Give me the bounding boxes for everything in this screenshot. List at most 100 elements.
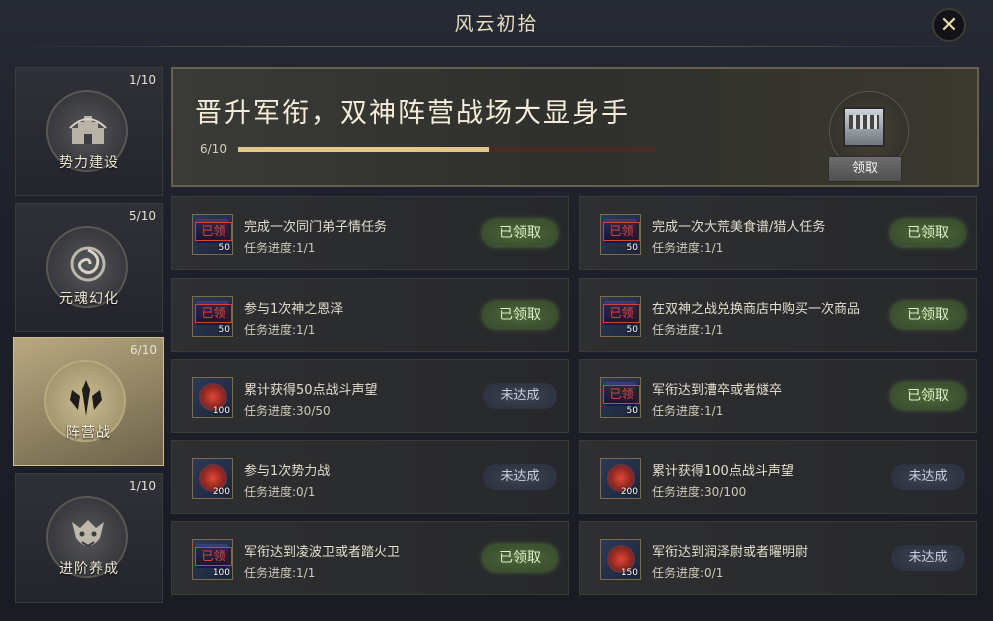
task-progress-value: 1/1 bbox=[296, 566, 316, 580]
objective-banner: 晋升军衔，双神阵营战场大显身手 6/10 领取 bbox=[171, 67, 979, 187]
task-progress-value: 30/100 bbox=[704, 485, 747, 499]
claimed-stamp: 已领 bbox=[195, 222, 232, 241]
task-progress: 任务进度:1/1 bbox=[244, 564, 315, 581]
task-card: 已领 50 完成一次大荒美食谱/猎人任务 任务进度:1/1 已领取 bbox=[579, 196, 977, 270]
reward-amount: 200 bbox=[212, 487, 230, 497]
reward-amount: 150 bbox=[620, 568, 638, 578]
rank-badge-icon: 已领 50 bbox=[192, 296, 233, 337]
rank-badge-icon: 已领 50 bbox=[600, 296, 641, 337]
banner-progress-bar bbox=[238, 147, 656, 152]
claimed-button[interactable]: 已领取 bbox=[483, 220, 557, 246]
sidebar-item-label: 进阶养成 bbox=[59, 561, 119, 577]
task-progress-label: 任务进度: bbox=[244, 323, 297, 337]
task-progress: 任务进度:30/100 bbox=[652, 483, 746, 500]
title-divider bbox=[0, 46, 993, 47]
task-progress-label: 任务进度: bbox=[244, 241, 297, 255]
claim-reward-button[interactable]: 领取 bbox=[828, 156, 902, 182]
task-name: 军衔达到凌波卫或者踏火卫 bbox=[244, 545, 401, 560]
task-progress-value: 1/1 bbox=[704, 323, 724, 337]
banner-title: 晋升军衔，双神阵营战场大显身手 bbox=[195, 98, 630, 129]
sidebar-item-count: 6/10 bbox=[130, 343, 157, 357]
banner-progress-fill bbox=[238, 147, 489, 152]
reputation-orb-icon: 200 bbox=[600, 458, 641, 499]
task-card: 已领 50 在双神之战兑换商店中购买一次商品 任务进度:1/1 已领取 bbox=[579, 278, 977, 352]
task-progress: 任务进度:1/1 bbox=[652, 321, 723, 338]
task-name: 参与1次神之恩泽 bbox=[244, 302, 344, 317]
task-progress: 任务进度:1/1 bbox=[652, 402, 723, 419]
task-progress-label: 任务进度: bbox=[244, 566, 297, 580]
task-progress-label: 任务进度: bbox=[652, 485, 705, 499]
sidebar-item-count: 1/10 bbox=[129, 73, 156, 87]
close-icon[interactable]: ✕ bbox=[940, 13, 958, 38]
sidebar-item-count: 1/10 bbox=[129, 479, 156, 493]
task-progress-value: 0/1 bbox=[296, 485, 316, 499]
claimed-button[interactable]: 已领取 bbox=[891, 220, 965, 246]
task-name: 军衔达到润泽尉或者曜明尉 bbox=[652, 545, 809, 560]
close-button[interactable]: ✕ bbox=[932, 8, 966, 42]
task-progress-value: 1/1 bbox=[704, 404, 724, 418]
task-name: 完成一次同门弟子情任务 bbox=[244, 220, 388, 235]
task-progress-label: 任务进度: bbox=[652, 323, 705, 337]
reward-amount: 50 bbox=[626, 243, 638, 253]
reputation-orb-icon: 100 bbox=[192, 377, 233, 418]
reward-amount: 100 bbox=[212, 568, 230, 578]
task-progress-label: 任务进度: bbox=[652, 404, 705, 418]
reward-amount: 200 bbox=[620, 487, 638, 497]
claimed-button[interactable]: 已领取 bbox=[891, 302, 965, 328]
task-progress-value: 1/1 bbox=[704, 241, 724, 255]
task-card: 已领 100 军衔达到凌波卫或者踏火卫 任务进度:1/1 已领取 bbox=[171, 521, 569, 595]
claimed-stamp: 已领 bbox=[195, 547, 232, 566]
sidebar-item-faction-building[interactable]: 1/10 势力建设 bbox=[15, 67, 163, 196]
task-progress: 任务进度:1/1 bbox=[244, 321, 315, 338]
task-card: 200 累计获得100点战斗声望 任务进度:30/100 未达成 bbox=[579, 440, 977, 514]
claimed-stamp: 已领 bbox=[603, 304, 640, 323]
task-name: 完成一次大荒美食谱/猎人任务 bbox=[652, 220, 826, 235]
sidebar-item-label: 元魂幻化 bbox=[59, 291, 119, 307]
task-progress-label: 任务进度: bbox=[652, 566, 705, 580]
rank-badge-icon: 已领 100 bbox=[192, 539, 233, 580]
task-progress-value: 1/1 bbox=[296, 323, 316, 337]
reputation-orb-icon: 150 bbox=[600, 539, 641, 580]
claimed-stamp: 已领 bbox=[195, 304, 232, 323]
sidebar-item-label: 阵营战 bbox=[66, 425, 111, 441]
task-progress-value: 0/1 bbox=[704, 566, 724, 580]
task-progress-label: 任务进度: bbox=[652, 241, 705, 255]
treasure-chest-icon[interactable] bbox=[843, 107, 885, 147]
task-progress: 任务进度:1/1 bbox=[244, 239, 315, 256]
not-achieved-button[interactable]: 未达成 bbox=[483, 383, 557, 409]
not-achieved-button[interactable]: 未达成 bbox=[483, 464, 557, 490]
not-achieved-button[interactable]: 未达成 bbox=[891, 464, 965, 490]
task-progress-value: 30/50 bbox=[296, 404, 331, 418]
reward-amount: 50 bbox=[626, 325, 638, 335]
title-bar: 风云初拾 bbox=[0, 0, 993, 48]
reward-amount: 50 bbox=[218, 325, 230, 335]
task-name: 参与1次势力战 bbox=[244, 464, 331, 479]
task-progress-label: 任务进度: bbox=[244, 404, 297, 418]
task-name: 累计获得50点战斗声望 bbox=[244, 383, 378, 398]
reputation-orb-icon: 200 bbox=[192, 458, 233, 499]
game-window: 风云初拾 ✕ 1/10 势力建设 5/10 元魂幻化 6/10 阵营战 1/10… bbox=[0, 0, 993, 621]
claimed-button[interactable]: 已领取 bbox=[891, 383, 965, 409]
sidebar-item-camp-battle[interactable]: 6/10 阵营战 bbox=[13, 337, 164, 466]
not-achieved-button[interactable]: 未达成 bbox=[891, 545, 965, 571]
sidebar-item-count: 5/10 bbox=[129, 209, 156, 223]
task-progress: 任务进度:1/1 bbox=[652, 239, 723, 256]
reward-amount: 50 bbox=[626, 406, 638, 416]
task-progress-label: 任务进度: bbox=[244, 485, 297, 499]
task-progress: 任务进度:30/50 bbox=[244, 402, 331, 419]
task-progress: 任务进度:0/1 bbox=[244, 483, 315, 500]
task-card: 200 参与1次势力战 任务进度:0/1 未达成 bbox=[171, 440, 569, 514]
reward-amount: 50 bbox=[218, 243, 230, 253]
task-card: 已领 50 参与1次神之恩泽 任务进度:1/1 已领取 bbox=[171, 278, 569, 352]
claimed-stamp: 已领 bbox=[603, 222, 640, 241]
task-card: 已领 50 完成一次同门弟子情任务 任务进度:1/1 已领取 bbox=[171, 196, 569, 270]
rank-badge-icon: 已领 50 bbox=[600, 377, 641, 418]
claimed-button[interactable]: 已领取 bbox=[483, 302, 557, 328]
task-card: 150 军衔达到润泽尉或者曜明尉 任务进度:0/1 未达成 bbox=[579, 521, 977, 595]
banner-progress-text: 6/10 bbox=[200, 142, 227, 156]
sidebar-item-soul-transform[interactable]: 5/10 元魂幻化 bbox=[15, 203, 163, 332]
rank-badge-icon: 已领 50 bbox=[192, 214, 233, 255]
sidebar-item-advanced-training[interactable]: 1/10 进阶养成 bbox=[15, 473, 163, 603]
task-name: 军衔达到漕卒或者燧卒 bbox=[652, 383, 783, 398]
claimed-button[interactable]: 已领取 bbox=[483, 545, 557, 571]
